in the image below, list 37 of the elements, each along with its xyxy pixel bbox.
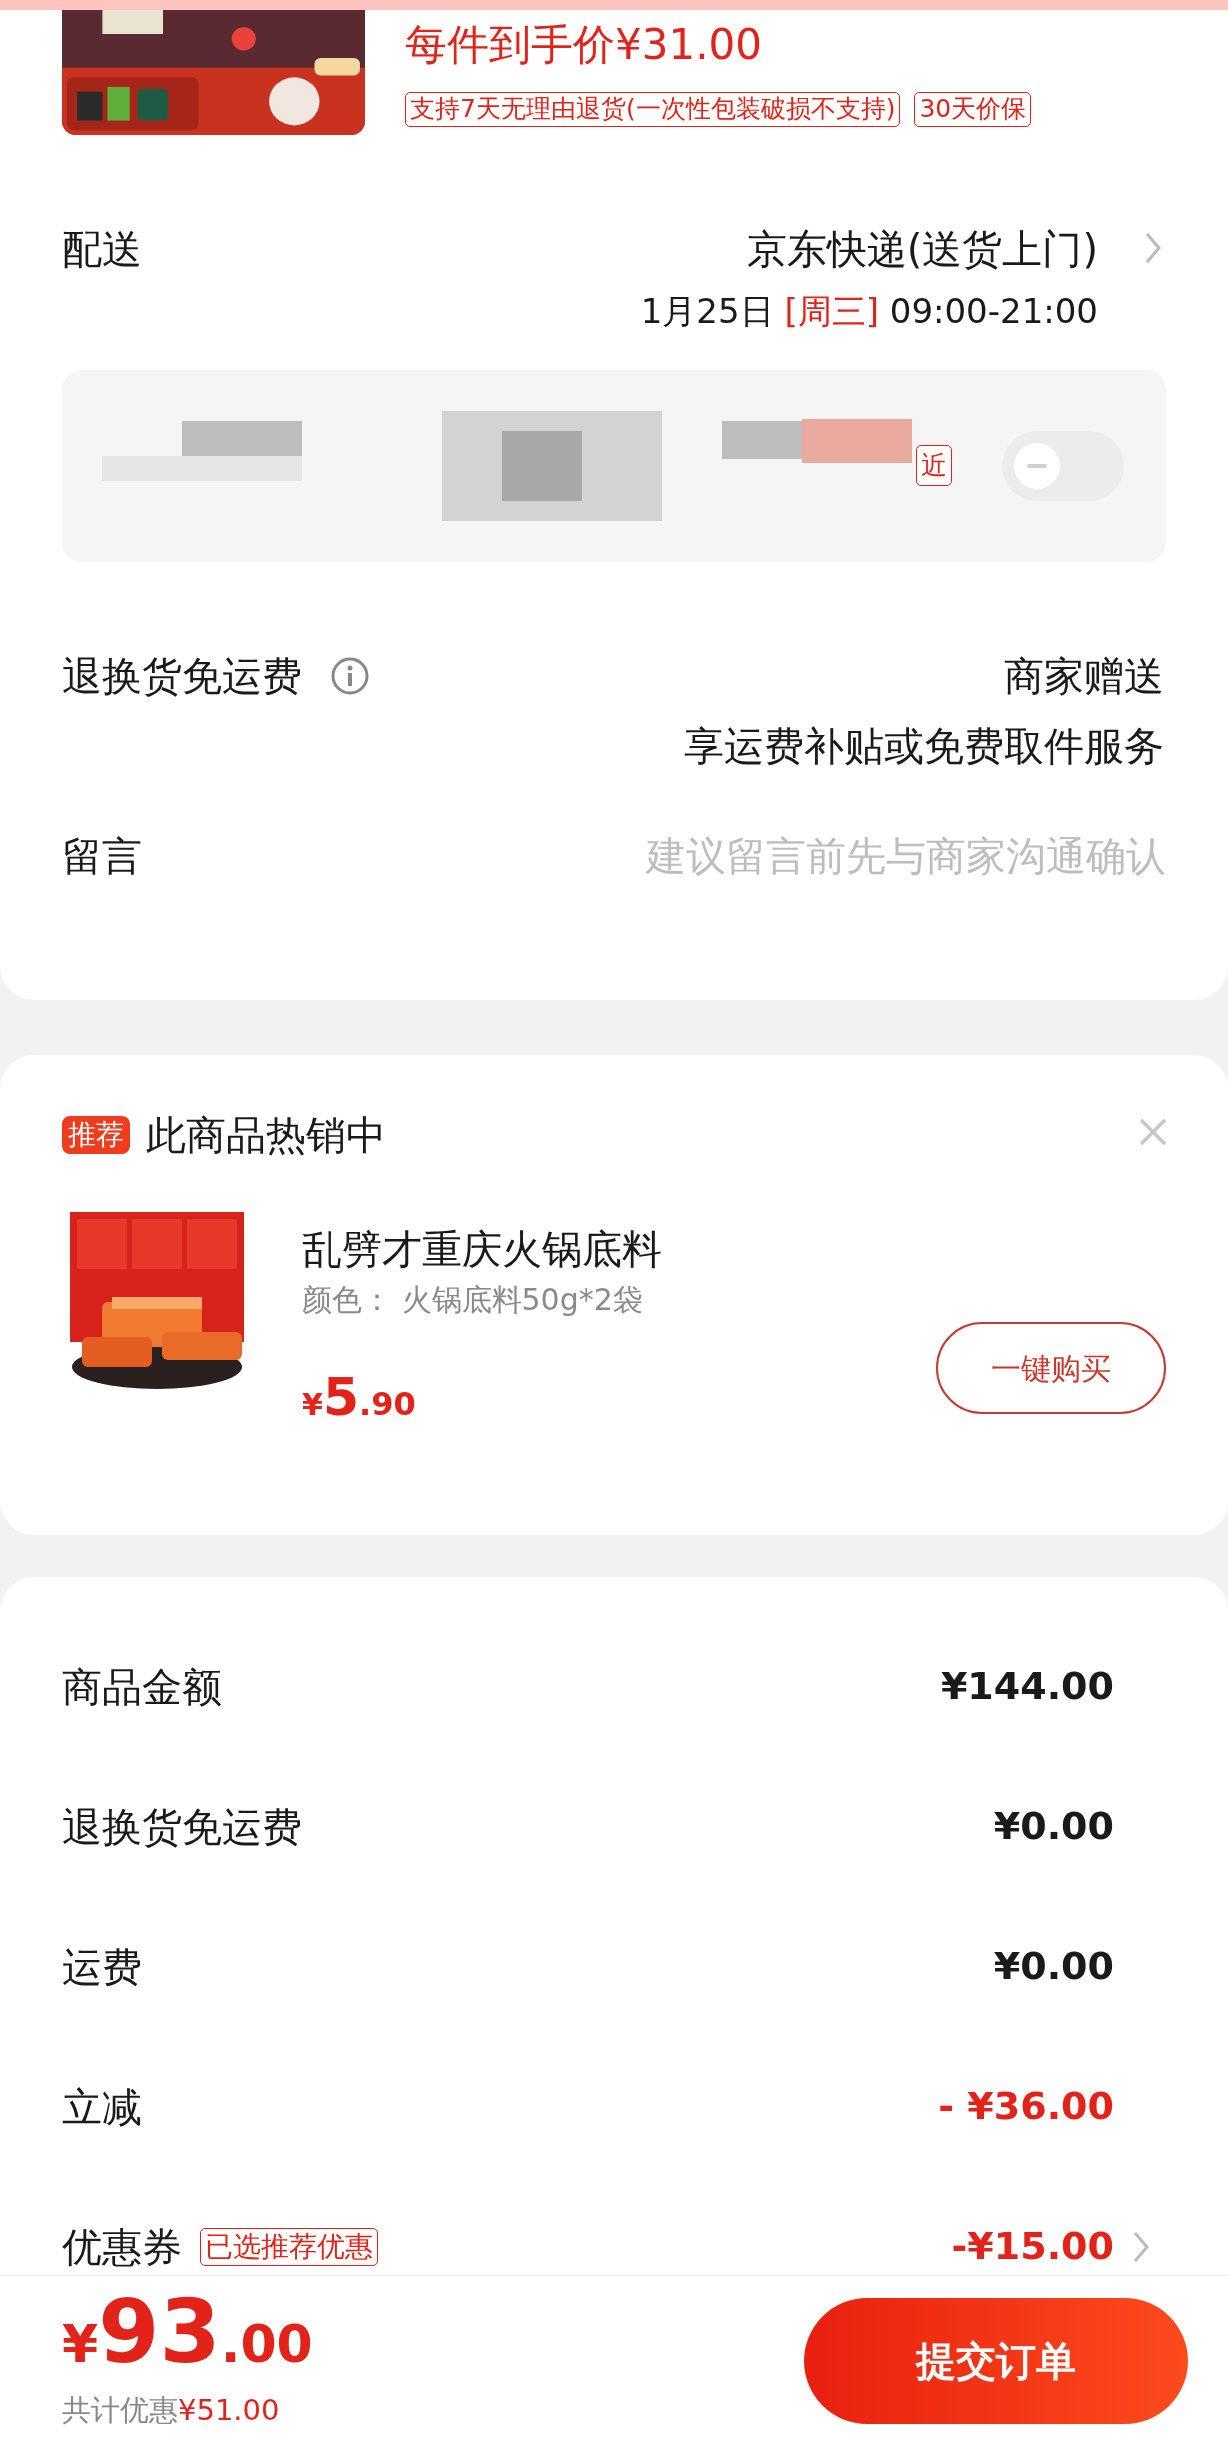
- service-tag: 支持7天无理由退货(一次性包装破损不支持): [405, 92, 901, 127]
- summary-value: -¥15.00: [951, 2224, 1114, 2270]
- product-price: ¥5.90: [302, 1368, 416, 1426]
- summary-label: 商品金额: [62, 1663, 222, 1711]
- coupon-tag: 已选推荐优惠: [200, 2227, 378, 2267]
- summary-label: 运费: [62, 1943, 142, 1991]
- chevron-icon: [1144, 231, 1162, 265]
- recommend-badge: 推荐: [62, 1116, 130, 1154]
- message-field[interactable]: 建议留言前先与商家沟通确认: [526, 831, 1166, 880]
- summary-value: ¥0.00: [993, 1944, 1114, 1990]
- message-label: 留言: [62, 831, 142, 880]
- chevron-icon: [1132, 2230, 1150, 2264]
- delivery-carrier[interactable]: 京东快递(送货上门): [746, 225, 1098, 273]
- total-price: ¥93.00: [62, 2288, 313, 2384]
- summary-value: ¥144.00: [940, 1664, 1114, 1710]
- summary-label: 退换货免运费: [62, 1803, 302, 1851]
- delivery-time: 1月25日 [周三] 09:00-21:00: [640, 291, 1098, 332]
- buy-button[interactable]: 一键购买: [936, 1322, 1166, 1414]
- product-name: 乱劈才重庆火锅底料: [302, 1225, 663, 1273]
- info-icon[interactable]: [330, 655, 370, 696]
- summary-value: - ¥36.00: [938, 2084, 1114, 2130]
- submit-button[interactable]: 提交订单: [804, 2297, 1188, 2424]
- return-value: 商家赠送: [1004, 651, 1164, 700]
- recommend-title: 此商品热销中: [146, 1111, 386, 1159]
- summary-label: 优惠券: [62, 2223, 182, 2271]
- summary-value: ¥0.00: [993, 1804, 1114, 1850]
- unit-price: 每件到手价¥31.00: [405, 20, 763, 71]
- proximity-tag: 近: [916, 445, 952, 487]
- minus-icon: [1027, 463, 1047, 468]
- summary-label: 立减: [62, 2083, 142, 2131]
- service-tag: 30天价保: [914, 92, 1032, 127]
- close-icon[interactable]: [1138, 1117, 1168, 1147]
- return-note: 享运费补贴或免费取件服务: [684, 721, 1164, 770]
- return-label: 退换货免运费: [62, 651, 302, 700]
- product-spec: 颜色： 火锅底料50g*2袋: [302, 1281, 644, 1319]
- savings-text: 共计优惠¥51.00: [62, 2392, 281, 2430]
- delivery-label: 配送: [62, 225, 142, 274]
